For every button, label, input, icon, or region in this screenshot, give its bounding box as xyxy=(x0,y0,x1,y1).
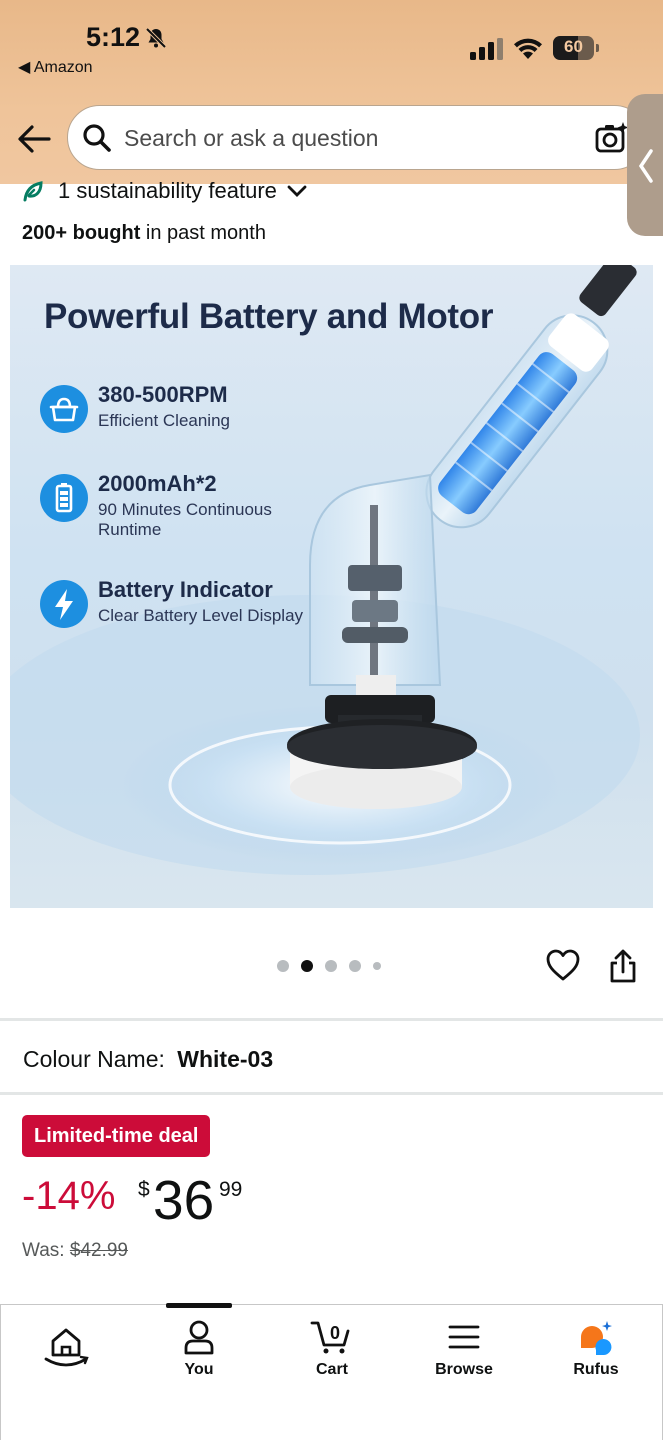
battery-icon xyxy=(40,474,88,522)
back-to-app-link[interactable]: ◀ Amazon xyxy=(18,57,93,77)
home-icon xyxy=(44,1328,89,1367)
search-input[interactable]: Search or ask a question xyxy=(124,125,378,152)
nav-cart-label: Cart xyxy=(315,1361,348,1378)
colour-label: Colour Name: xyxy=(23,1046,165,1072)
cart-icon: 0 xyxy=(310,1321,350,1354)
divider xyxy=(0,1018,663,1021)
price-whole: 36 xyxy=(153,1169,215,1231)
camera-lens-icon[interactable] xyxy=(595,122,629,154)
carousel-dot[interactable] xyxy=(277,960,289,972)
nav-home[interactable] xyxy=(21,1319,111,1371)
carousel-dot[interactable] xyxy=(349,960,361,972)
carousel-dot[interactable] xyxy=(301,960,313,972)
product-image-title: Powerful Battery and Motor xyxy=(44,297,494,336)
feature-title: 2000mAh*2 xyxy=(98,471,217,496)
battery-percent: 60 xyxy=(564,37,583,56)
nav-rufus-label: Rufus xyxy=(573,1361,619,1378)
feature-title: 380-500RPM xyxy=(98,382,228,407)
nav-you-label: You xyxy=(184,1361,214,1378)
discount-percent: -14% xyxy=(22,1174,116,1218)
feature-desc: Efficient Cleaning xyxy=(98,411,230,430)
menu-icon xyxy=(448,1325,480,1349)
was-price-row: Was: $42.99 xyxy=(22,1240,128,1261)
rufus-icon xyxy=(581,1321,612,1355)
bell-muted-icon xyxy=(145,27,167,49)
price-fraction: 99 xyxy=(219,1178,243,1201)
nav-active-indicator xyxy=(166,1303,232,1308)
price-currency: $ xyxy=(138,1178,150,1201)
side-drawer-tab[interactable] xyxy=(627,94,663,236)
basket-icon xyxy=(40,385,88,433)
was-price: $42.99 xyxy=(69,1240,128,1261)
search-bar[interactable]: Search or ask a question xyxy=(67,105,647,170)
cart-count: 0 xyxy=(330,1323,340,1343)
chevron-down-icon xyxy=(287,185,307,197)
feature-desc: Clear Battery Level Display xyxy=(98,606,304,625)
wifi-icon xyxy=(514,38,542,59)
battery-indicator: 60 xyxy=(553,36,599,60)
bolt-icon xyxy=(40,580,88,628)
heart-icon[interactable] xyxy=(545,948,581,982)
chevron-left-icon xyxy=(638,149,653,183)
leaf-icon xyxy=(23,181,43,202)
deal-badge: Limited-time deal xyxy=(22,1115,211,1157)
carousel-dot[interactable] xyxy=(325,960,337,972)
nav-browse-label: Browse xyxy=(435,1361,493,1378)
nav-rufus[interactable]: Rufus xyxy=(551,1319,641,1379)
carousel-dot[interactable] xyxy=(373,962,381,970)
bottom-nav: You 0 Cart Browse Rufus xyxy=(0,1304,663,1440)
cellular-signal-icon xyxy=(470,38,503,60)
feature-desc: 90 Minutes Continuous Runtime xyxy=(98,500,272,539)
sustainability-link[interactable]: 1 sustainability feature xyxy=(22,176,307,206)
sustainability-label: 1 sustainability feature xyxy=(58,178,277,203)
nav-cart[interactable]: 0 Cart xyxy=(287,1319,377,1379)
status-time: 5:12 xyxy=(86,22,141,52)
back-arrow-icon[interactable] xyxy=(16,122,52,156)
nav-you[interactable]: You xyxy=(154,1319,244,1379)
colour-name-row[interactable]: Colour Name: White-03 xyxy=(23,1046,273,1073)
person-icon xyxy=(184,1320,214,1355)
product-image[interactable]: Powerful Battery and Motor 380-500RPM Ef… xyxy=(10,265,653,908)
colour-value: White-03 xyxy=(177,1046,274,1072)
carousel-dots[interactable] xyxy=(277,960,381,972)
app-header: 5:12 ◀ Amazon 60 Search or ask a questio… xyxy=(0,0,663,184)
search-icon xyxy=(83,124,111,152)
share-icon[interactable] xyxy=(608,948,638,984)
divider xyxy=(0,1092,663,1095)
bought-count: 200+ bought in past month xyxy=(22,222,266,244)
feature-title: Battery Indicator xyxy=(98,577,273,602)
nav-browse[interactable]: Browse xyxy=(419,1319,509,1379)
